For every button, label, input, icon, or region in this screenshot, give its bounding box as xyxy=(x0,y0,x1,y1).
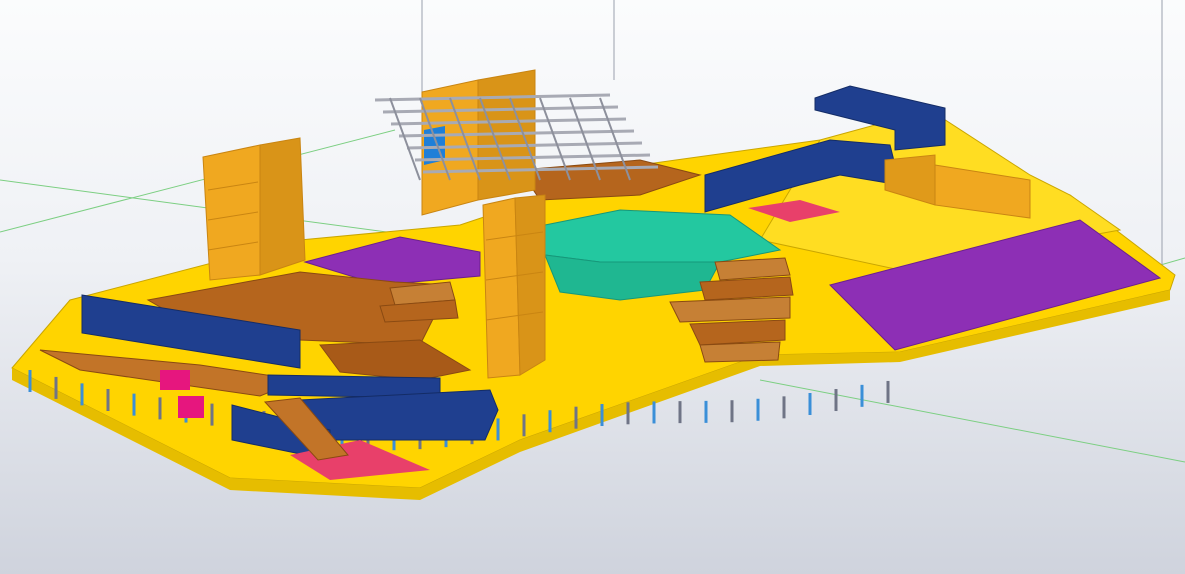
grid-line xyxy=(759,379,1185,463)
3d-model-viewport[interactable] xyxy=(0,0,1185,574)
seating-step-4[interactable] xyxy=(689,319,786,346)
grid-line xyxy=(0,129,396,233)
tower-core-left[interactable] xyxy=(202,137,306,281)
tower-core-front[interactable] xyxy=(482,194,546,379)
seating-step-3[interactable] xyxy=(669,296,791,323)
magenta-panel xyxy=(178,396,204,418)
tower-core-center[interactable] xyxy=(421,69,536,216)
seating-step-5[interactable] xyxy=(699,341,781,363)
magenta-panel xyxy=(160,370,190,390)
building-model-render[interactable] xyxy=(0,0,1185,574)
